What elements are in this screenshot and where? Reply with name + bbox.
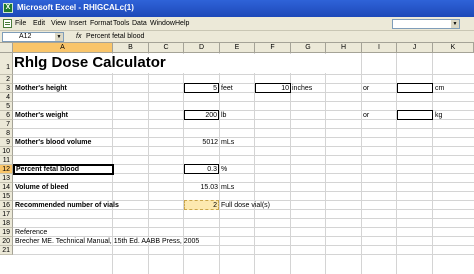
row-header-1[interactable]: 1 (0, 53, 13, 75)
height-cm-input[interactable] (397, 83, 433, 93)
column-header-f[interactable]: F (255, 43, 291, 53)
row-header-12[interactable]: 12 (0, 165, 13, 174)
height-or-label: or (363, 85, 370, 92)
reference-label[interactable]: Reference (15, 228, 47, 237)
row-header-6[interactable]: 6 (0, 111, 13, 120)
reference-text[interactable]: Brecher ME. Technical Manual, 15th Ed. A… (15, 237, 199, 246)
row-header-20[interactable]: 20 (0, 237, 13, 246)
column-header-j[interactable]: J (397, 43, 433, 53)
row-header-10[interactable]: 10 (0, 147, 13, 156)
column-header-k[interactable]: K (433, 43, 474, 53)
vials-label[interactable]: Recommended number of vials (15, 201, 119, 210)
menu-edit[interactable]: Edit (33, 20, 45, 27)
gridline (13, 191, 474, 192)
row-header-18[interactable]: 18 (0, 219, 13, 228)
column-header-e[interactable]: E (220, 43, 255, 53)
menu-insert[interactable]: Insert (69, 20, 87, 27)
row-header-11[interactable]: 11 (0, 156, 13, 165)
window-titlebar: X Microsoft Excel - RHIGCALc(1) (0, 0, 474, 17)
row-header-21[interactable]: 21 (0, 246, 13, 255)
row-header-3[interactable]: 3 (0, 84, 13, 93)
height-inches-input[interactable]: 10 (255, 83, 291, 93)
height-cm-unit: cm (435, 85, 445, 92)
menu-view[interactable]: View (51, 20, 66, 27)
menu-file[interactable]: File (15, 20, 26, 27)
weight-kg-unit: kg (435, 112, 443, 119)
row-header-7[interactable]: 7 (0, 120, 13, 129)
mothers-weight-label[interactable]: Mother's weight (15, 111, 68, 120)
worksheet-grid[interactable]: A B C D E F G H I J K 1 2 3 4 5 6 7 8 9 … (0, 43, 474, 274)
menu-data[interactable]: Data (132, 20, 147, 27)
blood-volume-value[interactable]: 5012 (184, 138, 219, 147)
row-header-9[interactable]: 9 (0, 138, 13, 147)
gridline (13, 128, 474, 129)
menu-format[interactable]: Format (90, 20, 112, 27)
bleed-volume-value[interactable]: 15.03 (184, 183, 219, 192)
column-header-b[interactable]: B (113, 43, 149, 53)
formula-input[interactable]: Percent fetal blood (86, 33, 144, 40)
formula-bar: A12 ▼ fx Percent fetal blood (0, 31, 474, 43)
row-header-13[interactable]: 13 (0, 174, 13, 183)
select-all-corner[interactable] (0, 43, 13, 53)
menu-tools[interactable]: Tools (113, 20, 129, 27)
column-header-c[interactable]: C (149, 43, 184, 53)
mothers-height-label[interactable]: Mother's height (15, 84, 67, 93)
row-header-2[interactable]: 2 (0, 75, 13, 84)
column-header-g[interactable]: G (291, 43, 326, 53)
height-feet-input[interactable]: 5 (184, 83, 219, 93)
vials-value[interactable]: 2 (184, 200, 219, 210)
column-header-a[interactable]: A (13, 43, 113, 53)
blood-volume-label[interactable]: Mother's blood volume (15, 138, 91, 147)
row-header-15[interactable]: 15 (0, 192, 13, 201)
gridline (13, 74, 474, 75)
blood-volume-unit: mLs (221, 139, 235, 146)
gridline (13, 227, 474, 228)
menubar: File Edit View Insert Format Tools Data … (0, 17, 474, 31)
height-feet-unit: feet (221, 85, 233, 92)
column-header-h[interactable]: H (326, 43, 362, 53)
weight-lb-input[interactable]: 200 (184, 110, 219, 120)
weight-or-label: or (363, 112, 370, 119)
percent-fetal-label[interactable]: Percent fetal blood (13, 164, 114, 175)
name-box[interactable]: A12 ▼ (2, 32, 64, 42)
height-inches-unit: inches (292, 85, 313, 92)
weight-lb-unit: lb (221, 112, 227, 119)
row-header-8[interactable]: 8 (0, 129, 13, 138)
bleed-volume-unit: mLs (221, 184, 235, 191)
window-title: Microsoft Excel - RHIGCALc(1) (17, 3, 134, 12)
row-header-4[interactable]: 4 (0, 93, 13, 102)
menu-window[interactable]: Window (150, 20, 175, 27)
gridline (13, 182, 474, 183)
weight-kg-input[interactable] (397, 110, 433, 120)
vials-unit: Full dose vial(s) (221, 202, 271, 209)
name-box-value: A12 (19, 33, 32, 40)
percent-fetal-unit: % (221, 166, 228, 173)
row-header-14[interactable]: 14 (0, 183, 13, 192)
sheet-title[interactable]: Rhlg Dose Calculator (14, 54, 344, 73)
row-header-17[interactable]: 17 (0, 210, 13, 219)
excel-icon: X (3, 3, 13, 13)
row-header-5[interactable]: 5 (0, 102, 13, 111)
chevron-down-icon[interactable]: ▼ (55, 33, 63, 41)
workbook-icon[interactable] (3, 19, 12, 28)
menu-help[interactable]: Help (175, 20, 189, 27)
column-header-i[interactable]: I (362, 43, 397, 53)
percent-fetal-input[interactable]: 0.3 (184, 164, 219, 174)
gridline (13, 101, 474, 102)
help-question-input[interactable]: ▼ (392, 19, 460, 29)
column-header-d[interactable]: D (184, 43, 220, 53)
chevron-down-icon[interactable]: ▼ (451, 20, 459, 28)
gridline (13, 155, 474, 156)
gridline (13, 218, 474, 219)
gridline (13, 254, 474, 255)
fx-icon[interactable]: fx (76, 33, 81, 40)
row-header-19[interactable]: 19 (0, 228, 13, 237)
row-header-16[interactable]: 16 (0, 201, 13, 210)
bleed-volume-label[interactable]: Volume of bleed (15, 183, 69, 192)
